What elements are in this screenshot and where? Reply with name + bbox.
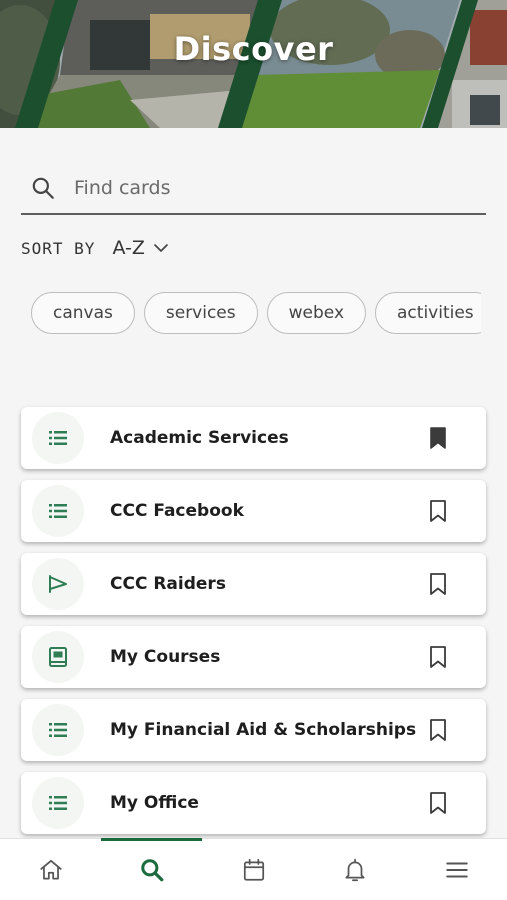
card-ccc-raiders[interactable]: CCC Raiders <box>21 553 486 615</box>
bottom-navigation <box>0 838 507 900</box>
chip-services[interactable]: services <box>143 292 258 334</box>
filter-chips: canvas services webex activities <box>31 292 481 336</box>
card-icon-badge <box>32 485 84 537</box>
pennant-flag-icon <box>49 575 67 593</box>
bookmark-outline-icon[interactable] <box>427 645 449 669</box>
page-title: Discover <box>173 30 334 68</box>
card-my-financial-aid[interactable]: My Financial Aid & Scholarships <box>21 699 486 761</box>
card-academic-services[interactable]: Academic Services <box>21 407 486 469</box>
list-icon <box>49 431 67 445</box>
chip-webex[interactable]: webex <box>266 292 367 334</box>
book-icon <box>49 647 67 667</box>
hamburger-menu-icon <box>445 862 468 878</box>
nav-home[interactable] <box>0 839 101 900</box>
nav-menu[interactable] <box>406 839 507 900</box>
chip-canvas[interactable]: canvas <box>31 292 135 334</box>
card-icon-badge <box>32 631 84 683</box>
list-icon <box>49 796 67 810</box>
search-bar[interactable] <box>21 163 486 215</box>
sort-control[interactable]: SORT BY A-Z <box>21 235 169 261</box>
chevron-down-icon[interactable] <box>153 240 169 256</box>
card-my-office[interactable]: My Office <box>21 772 486 834</box>
card-icon-badge <box>32 777 84 829</box>
bookmark-outline-icon[interactable] <box>427 499 449 523</box>
bookmark-outline-icon[interactable] <box>427 718 449 742</box>
header-banner: Discover <box>0 0 507 128</box>
bookmark-outline-icon[interactable] <box>427 572 449 596</box>
card-label: CCC Raiders <box>110 574 226 594</box>
sort-value[interactable]: A-Z <box>112 237 144 259</box>
card-my-courses[interactable]: My Courses <box>21 626 486 688</box>
list-icon <box>49 723 67 737</box>
card-label: My Office <box>110 793 199 813</box>
card-icon-badge <box>32 558 84 610</box>
home-icon <box>39 859 62 880</box>
card-label: My Financial Aid & Scholarships <box>110 720 417 740</box>
card-label: Academic Services <box>110 428 289 448</box>
calendar-icon <box>243 858 264 881</box>
bookmark-outline-icon[interactable] <box>427 791 449 815</box>
nav-calendar[interactable] <box>203 839 304 900</box>
search-input[interactable] <box>74 177 486 199</box>
list-icon <box>49 504 67 518</box>
search-icon <box>140 859 163 882</box>
card-ccc-facebook[interactable]: CCC Facebook <box>21 480 486 542</box>
card-icon-badge <box>32 412 84 464</box>
bell-icon <box>344 858 365 882</box>
card-icon-badge <box>32 704 84 756</box>
chip-activities[interactable]: activities <box>375 292 481 334</box>
nav-notifications[interactable] <box>304 839 405 900</box>
card-label: CCC Facebook <box>110 501 244 521</box>
search-icon <box>32 177 54 199</box>
bookmark-filled-icon[interactable] <box>427 426 449 450</box>
sort-label: SORT BY <box>21 238 96 258</box>
nav-discover[interactable] <box>101 838 202 900</box>
card-label: My Courses <box>110 647 221 667</box>
